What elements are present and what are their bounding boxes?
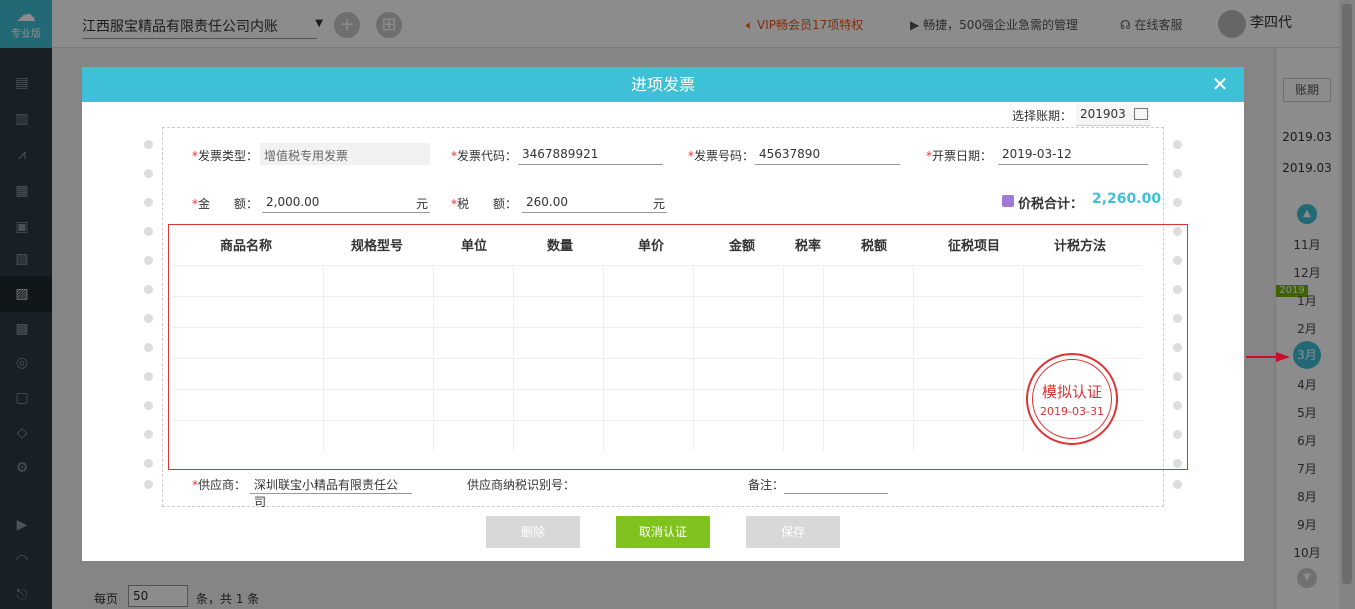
column-divider bbox=[603, 265, 604, 451]
total-value: 2,260.00 bbox=[1092, 191, 1162, 207]
punch-hole bbox=[144, 430, 153, 439]
column-divider bbox=[1023, 265, 1024, 451]
certification-stamp: 模拟认证 2019-03-31 bbox=[1026, 353, 1118, 445]
amount-label: *金 额： bbox=[192, 197, 259, 211]
invoice-code-label: *发票代码： bbox=[451, 149, 518, 163]
column-divider bbox=[783, 265, 784, 451]
column-header: 单位 bbox=[461, 239, 488, 254]
calculator-icon bbox=[1002, 195, 1014, 207]
supplier-tax-id-field[interactable] bbox=[578, 472, 738, 494]
punch-hole bbox=[144, 459, 153, 468]
tax-field[interactable]: 260.00 bbox=[522, 191, 667, 213]
remark-field[interactable] bbox=[784, 472, 888, 494]
column-header: 计税方法 bbox=[1054, 239, 1107, 254]
remark-label: 备注： bbox=[748, 478, 785, 492]
invoice-type-label: *发票类型： bbox=[192, 149, 259, 163]
punch-hole bbox=[144, 227, 153, 236]
column-header: 金额 bbox=[729, 239, 756, 254]
table-row[interactable] bbox=[172, 358, 1142, 359]
punch-hole bbox=[144, 285, 153, 294]
punch-hole bbox=[144, 343, 153, 352]
punch-hole bbox=[144, 401, 153, 410]
invoice-number-field[interactable]: 45637890 bbox=[755, 143, 900, 165]
modal-title: 进项发票 bbox=[630, 75, 695, 94]
invoice-type-field[interactable]: 增值税专用发票 bbox=[260, 143, 430, 165]
red-arrow-indicator bbox=[1246, 352, 1290, 362]
invoice-number-label: *发票号码： bbox=[688, 149, 755, 163]
period-select-value: 201903 bbox=[1080, 107, 1126, 121]
tax-label: *税 额： bbox=[451, 197, 518, 211]
table-row[interactable] bbox=[172, 420, 1142, 421]
total-label: 价税合计： bbox=[1018, 197, 1084, 212]
calendar-icon[interactable] bbox=[1134, 108, 1148, 120]
column-header: 商品名称 bbox=[220, 239, 273, 254]
delete-button[interactable]: 删除 bbox=[486, 516, 580, 548]
column-header: 税率 bbox=[795, 239, 822, 254]
punch-hole bbox=[1173, 480, 1182, 489]
punch-hole bbox=[144, 372, 153, 381]
table-row[interactable] bbox=[172, 265, 1142, 266]
column-header: 税额 bbox=[861, 239, 888, 254]
column-divider bbox=[433, 265, 434, 451]
column-header: 征税项目 bbox=[948, 239, 1001, 254]
punch-hole bbox=[144, 198, 153, 207]
column-divider bbox=[913, 265, 914, 451]
column-divider bbox=[823, 265, 824, 451]
save-button[interactable]: 保存 bbox=[746, 516, 840, 548]
supplier-tax-id-label: 供应商纳税识别号： bbox=[467, 478, 576, 492]
column-header: 单价 bbox=[638, 239, 665, 254]
column-divider bbox=[513, 265, 514, 451]
punch-hole bbox=[1173, 169, 1182, 178]
invoice-date-label: *开票日期： bbox=[926, 149, 993, 163]
column-divider bbox=[323, 265, 324, 451]
items-grid[interactable] bbox=[172, 265, 1142, 451]
table-row[interactable] bbox=[172, 389, 1142, 390]
column-header: 数量 bbox=[547, 239, 574, 254]
column-header: 规格型号 bbox=[351, 239, 404, 254]
stamp-title: 模拟认证 bbox=[1041, 383, 1102, 401]
supplier-label: *供应商： bbox=[192, 478, 247, 492]
invoice-code-field[interactable]: 3467889921 bbox=[518, 143, 663, 165]
punch-hole bbox=[144, 140, 153, 149]
amount-unit: 元 bbox=[416, 197, 429, 211]
period-select-label: 选择账期： bbox=[1012, 109, 1073, 123]
supplier-field[interactable]: 深圳联宝小精品有限责任公司 bbox=[250, 472, 412, 509]
tax-unit: 元 bbox=[653, 197, 666, 211]
punch-hole bbox=[144, 480, 153, 489]
column-divider bbox=[693, 265, 694, 451]
table-row[interactable] bbox=[172, 296, 1142, 297]
close-icon[interactable]: ✕ bbox=[1210, 74, 1230, 94]
stamp-date: 2019-03-31 bbox=[1040, 405, 1104, 418]
amount-field[interactable]: 2,000.00 bbox=[262, 191, 430, 213]
punch-hole bbox=[1173, 140, 1182, 149]
punch-hole bbox=[144, 256, 153, 265]
cancel-certification-button[interactable]: 取消认证 bbox=[616, 516, 710, 548]
table-row[interactable] bbox=[172, 327, 1142, 328]
modal-header: 进项发票 ✕ bbox=[82, 67, 1244, 102]
punch-hole bbox=[1173, 198, 1182, 207]
invoice-modal: 进项发票 ✕ 选择账期： 201903 *发票类型： 增值税专用发票 *发票代码… bbox=[82, 67, 1244, 561]
punch-hole bbox=[144, 314, 153, 323]
punch-hole bbox=[144, 169, 153, 178]
invoice-date-field[interactable]: 2019-03-12 bbox=[998, 143, 1148, 165]
